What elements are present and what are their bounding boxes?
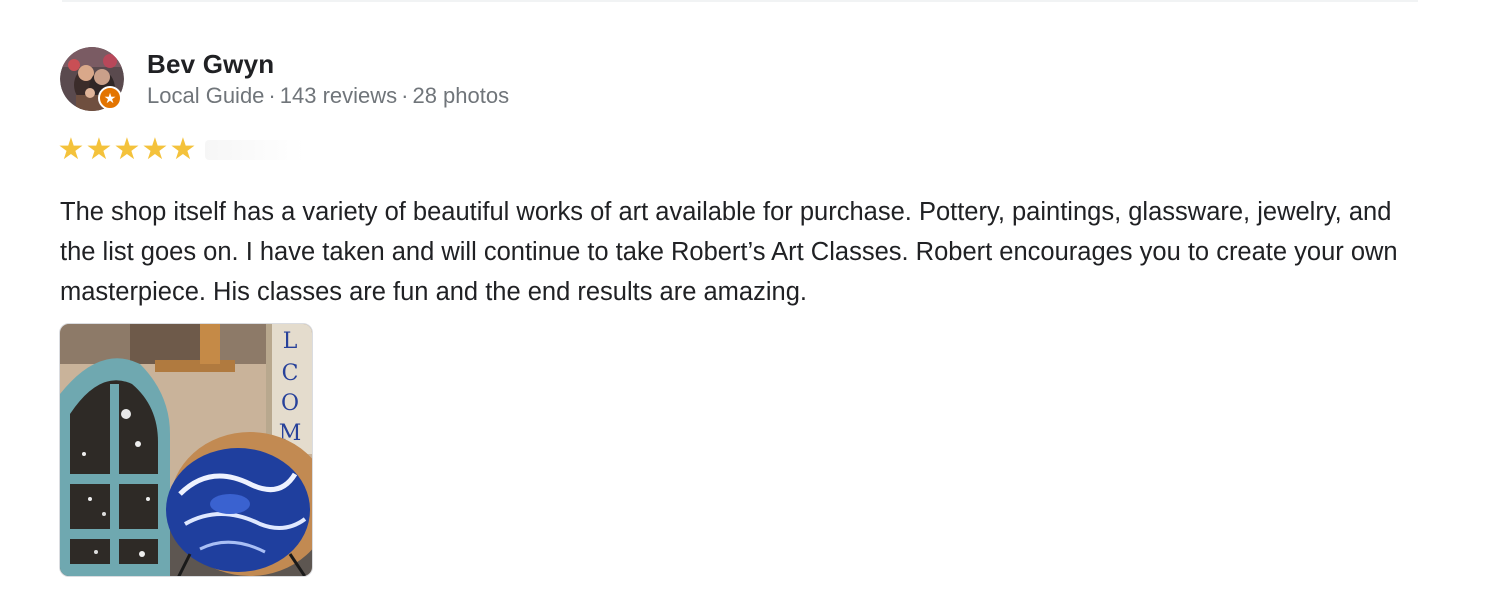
reviewer-avatar[interactable]: ★ — [60, 47, 124, 111]
meta-separator: · — [268, 83, 276, 108]
star-icon: ★ — [141, 133, 169, 166]
review-date-placeholder — [205, 140, 305, 160]
reviewer-name[interactable]: Bev Gwyn — [147, 49, 274, 80]
star-icon: ★ — [57, 133, 85, 166]
sign-letter: C — [282, 361, 299, 386]
review-card: ★ Bev Gwyn Local Guide · 143 reviews · 28 ph… — [0, 0, 1496, 596]
local-guide-badge-icon: ★ — [98, 86, 122, 110]
review-photo[interactable]: L C O M — [59, 323, 313, 577]
review-text: The shop itself has a variety of beautif… — [60, 198, 1398, 306]
star-icon: ★ — [113, 133, 141, 166]
reviewer-meta: Local Guide · 143 reviews · 28 photos — [147, 83, 509, 109]
photo-count: 28 photos — [412, 83, 510, 108]
sign-letter: L — [283, 329, 298, 354]
star-rating: ★ ★ ★ ★ ★ — [57, 134, 305, 166]
meta-separator: · — [401, 83, 409, 108]
review-photo-image: L C O M — [60, 324, 312, 576]
local-guide-label: Local Guide — [147, 83, 265, 108]
sign-letter: O — [281, 391, 299, 416]
review-count: 143 reviews — [279, 83, 398, 108]
star-icon: ★ — [169, 133, 197, 166]
star-icon: ★ — [85, 133, 113, 166]
